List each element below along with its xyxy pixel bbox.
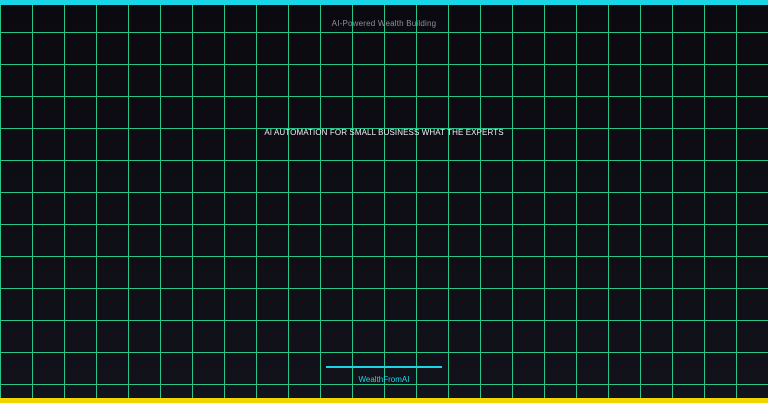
top-accent-bar [0, 0, 768, 5]
brand-divider [326, 366, 442, 368]
bottom-accent-bar [0, 398, 768, 403]
subtitle: AI-Powered Wealth Building [331, 19, 437, 28]
grid-background [0, 0, 768, 403]
thumbnail-canvas: AI-Powered Wealth Building AI AUTOMATION… [0, 0, 768, 403]
headline: AI AUTOMATION FOR SMALL BUSINESS WHAT TH… [264, 128, 504, 137]
brand-name: WealthFromAI [358, 375, 410, 384]
